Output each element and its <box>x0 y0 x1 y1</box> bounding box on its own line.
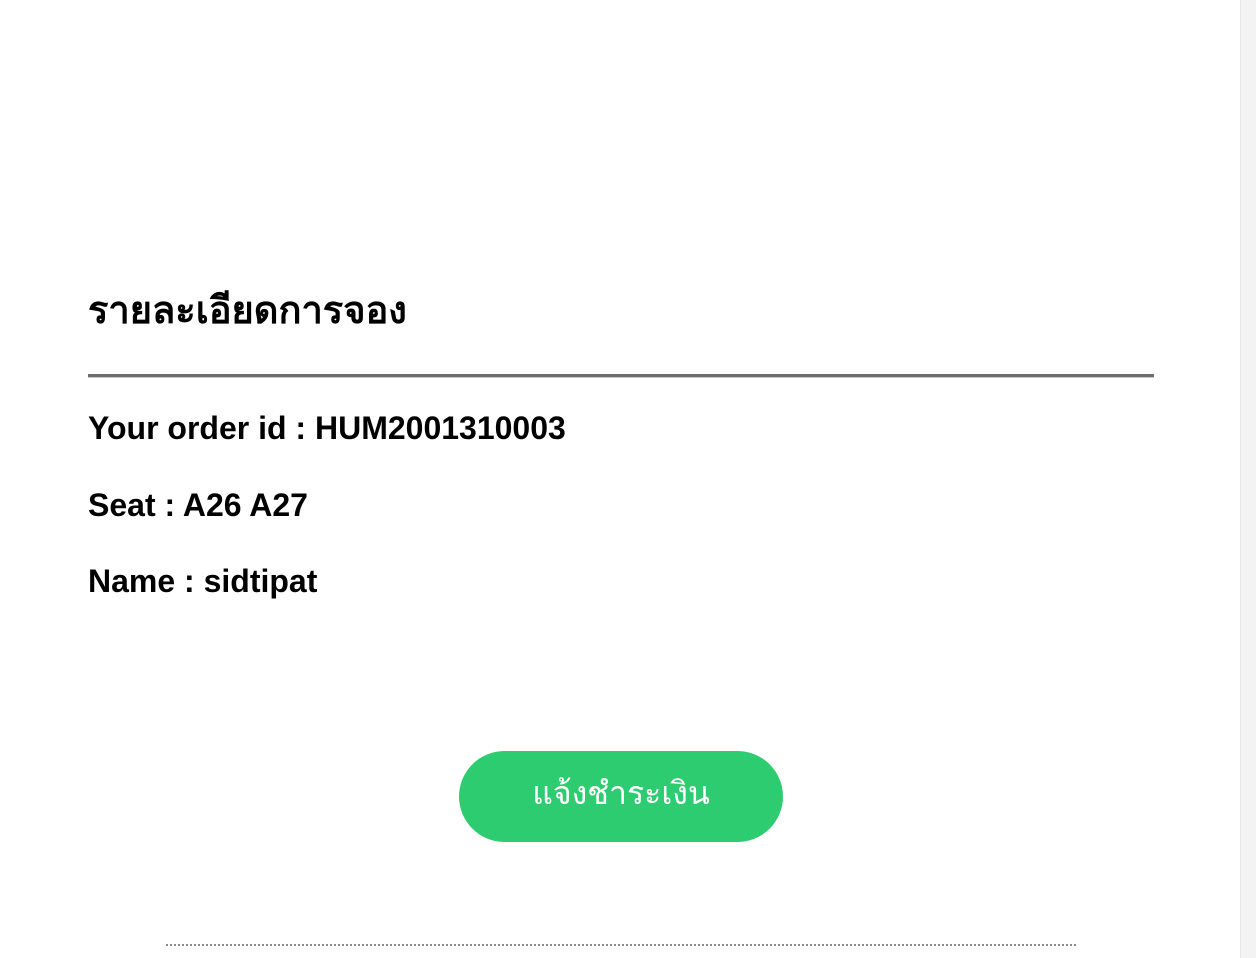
notify-payment-label: แจ้งชำระเงิน <box>532 774 710 812</box>
customer-name-text: Name : sidtipat <box>88 563 318 599</box>
page-title: รายละเอียดการจอง <box>88 288 407 332</box>
order-id-text: Your order id : HUM2001310003 <box>88 410 566 446</box>
notify-payment-button[interactable]: แจ้งชำระเงิน <box>459 751 783 842</box>
vertical-scrollbar[interactable] <box>1240 0 1256 958</box>
booking-details-page: รายละเอียดการจอง Your order id : HUM2001… <box>0 0 1256 958</box>
dotted-divider <box>166 944 1076 946</box>
title-divider <box>88 374 1154 378</box>
seat-text: Seat : A26 A27 <box>88 487 308 523</box>
